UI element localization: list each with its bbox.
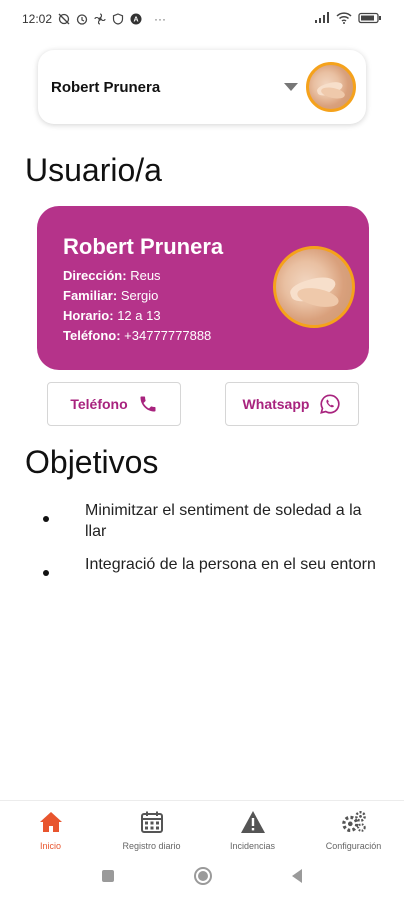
whatsapp-icon — [319, 393, 341, 415]
objectives-list: Minimitzar el sentiment de soledad a la … — [38, 500, 378, 588]
alarm-icon — [76, 13, 88, 25]
horario-label: Horario: — [63, 308, 114, 323]
telefono-label: Teléfono: — [63, 328, 121, 343]
telefono-value: +34777777888 — [124, 328, 212, 343]
phone-button-label: Teléfono — [70, 396, 128, 412]
tab-label: Configuración — [325, 841, 382, 851]
back-icon[interactable] — [292, 869, 302, 883]
direccion-value: Reus — [130, 268, 161, 283]
wifi-icon — [336, 11, 352, 27]
selected-user-name: Robert Prunera — [51, 78, 161, 96]
tab-registro-diario[interactable]: Registro diario — [101, 801, 202, 856]
tab-label: Incidencias — [229, 841, 276, 851]
card-avatar — [273, 246, 355, 328]
objective-text: Integració de la persona en el seu entor… — [85, 556, 376, 573]
alarm-off-icon — [58, 13, 70, 25]
objective-text: Minimitzar el sentiment de soledad a la … — [85, 502, 362, 540]
svg-text:A: A — [134, 17, 139, 24]
tab-configuracion[interactable]: Configuración — [303, 801, 404, 856]
card-telefono: Teléfono: +34777777888 — [63, 326, 369, 346]
status-time: 12:02 — [22, 12, 53, 26]
phone-button[interactable]: Teléfono — [47, 382, 181, 426]
dropdown-caret-icon[interactable] — [284, 83, 298, 91]
section-title-objetivos: Objetivos — [25, 444, 159, 480]
avatar — [306, 62, 356, 112]
tab-label: Inicio — [39, 841, 61, 851]
familiar-value: Sergio — [120, 288, 159, 303]
tab-inicio[interactable]: Inicio — [0, 801, 101, 856]
tab-label: Registro diario — [122, 841, 181, 851]
signal-icon — [314, 11, 330, 27]
user-selector[interactable]: Robert Prunera — [38, 50, 366, 124]
status-left: 12:02 A ··· — [22, 12, 166, 26]
system-nav — [0, 860, 404, 892]
status-more-icon: ··· — [154, 12, 167, 26]
horario-value: 12 a 13 — [117, 308, 161, 323]
app-a-icon: A — [130, 13, 142, 25]
bullet — [43, 516, 49, 522]
whatsapp-button[interactable]: Whatsapp — [225, 382, 359, 426]
shield-icon — [112, 13, 124, 25]
fan-icon — [94, 13, 106, 25]
bottom-nav: Inicio Registro diario Incidencias Confi… — [0, 800, 404, 856]
user-card: Robert Prunera Dirección: Reus Familiar:… — [37, 206, 369, 370]
section-title-usuario: Usuario/a — [25, 152, 162, 188]
whatsapp-button-label: Whatsapp — [242, 396, 310, 412]
status-bar: 12:02 A ··· — [0, 0, 404, 38]
list-item: Minimitzar el sentiment de soledad a la … — [38, 500, 378, 542]
phone-icon — [138, 394, 158, 414]
gears-icon — [341, 809, 367, 835]
warning-icon — [240, 809, 266, 835]
home-button-icon[interactable] — [194, 867, 212, 885]
status-right — [314, 11, 382, 27]
direccion-label: Dirección: — [63, 268, 127, 283]
calendar-icon — [139, 809, 165, 835]
familiar-label: Familiar: — [63, 288, 118, 303]
home-icon — [38, 809, 64, 835]
bullet — [43, 570, 49, 576]
recents-icon[interactable] — [102, 870, 114, 882]
battery-icon — [358, 12, 382, 27]
tab-incidencias[interactable]: Incidencias — [202, 801, 303, 856]
list-item: Integració de la persona en el seu entor… — [38, 554, 378, 576]
